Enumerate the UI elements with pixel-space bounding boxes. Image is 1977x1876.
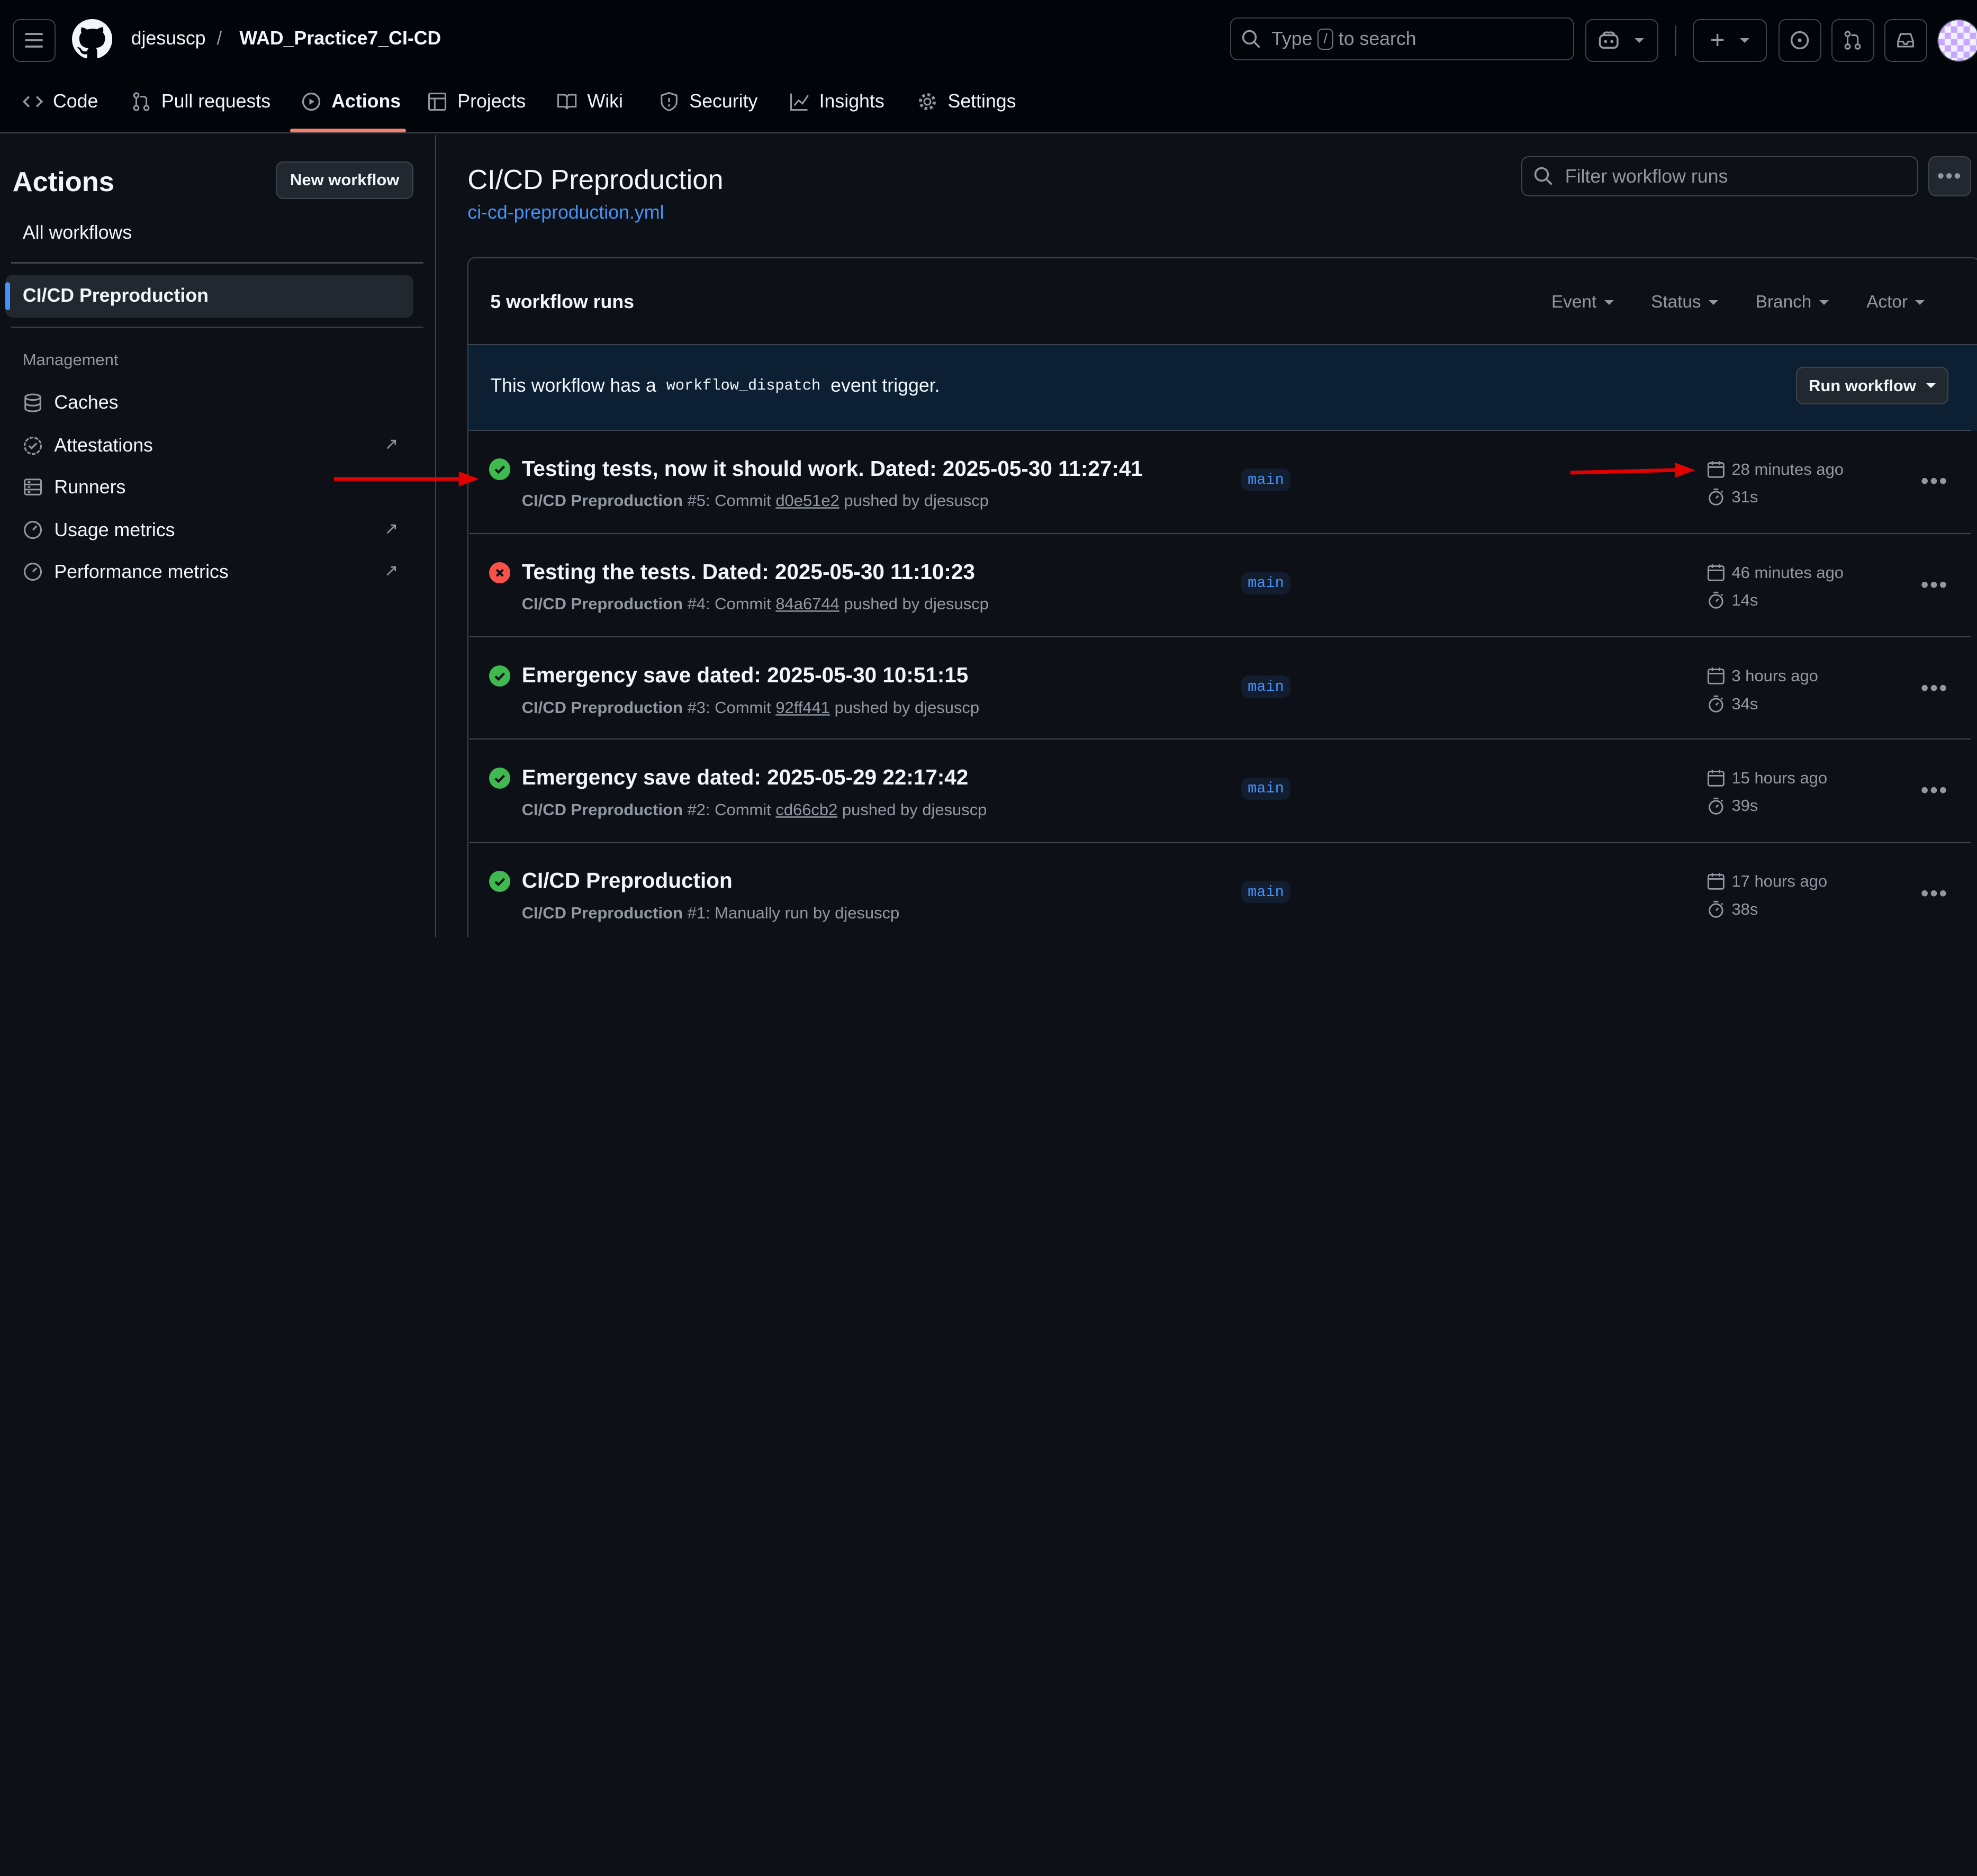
annotation-arrows xyxy=(333,462,1695,487)
annotation-arrow-left xyxy=(333,471,479,487)
annotation-arrow-right xyxy=(1570,462,1695,478)
